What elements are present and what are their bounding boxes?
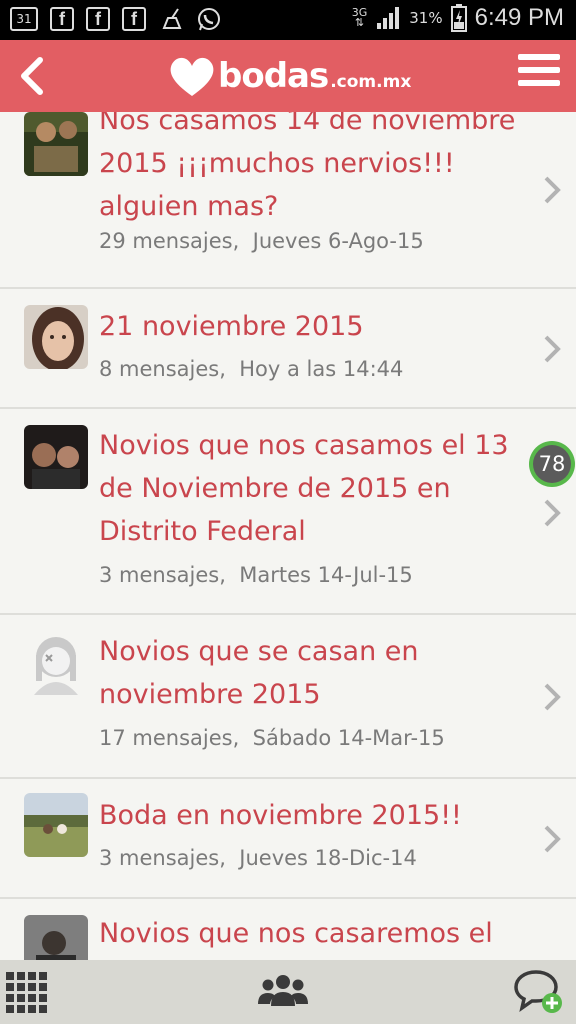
chevron-right-icon <box>544 683 561 711</box>
menu-button[interactable] <box>518 54 560 98</box>
battery-percent: 31% <box>409 9 443 27</box>
chevron-right-icon <box>544 176 561 204</box>
battery-icon <box>450 4 467 32</box>
new-chat-icon[interactable] <box>512 968 564 1016</box>
thread-meta: 8 mensajes, Hoy a las 14:44 <box>99 357 403 381</box>
avatar <box>24 112 88 176</box>
chevron-right-icon <box>544 499 561 527</box>
thread-item[interactable]: Novios que se casan en noviembre 2015 17… <box>0 615 576 779</box>
grid-menu-icon[interactable] <box>6 972 47 1013</box>
whatsapp-icon <box>198 8 220 31</box>
heart-icon <box>170 57 214 96</box>
status-bar: 31 f f f 3G ⇅ 31% 6:49 PM <box>0 0 576 40</box>
default-user-icon <box>24 631 88 695</box>
thread-meta: 3 mensajes, Martes 14-Jul-15 <box>99 563 413 587</box>
thread-date: Jueves 6-Ago-15 <box>252 229 424 253</box>
thread-title[interactable]: Novios que se casan en noviembre 2015 <box>99 630 489 716</box>
chevron-left-icon <box>21 57 43 95</box>
avatar <box>24 793 88 857</box>
logo-domain: .com.mx <box>330 72 412 92</box>
thread-meta: 3 mensajes, Jueves 18-Dic-14 <box>99 846 417 870</box>
avatar <box>24 425 88 489</box>
system-status: 3G ⇅ 31% 6:49 PM <box>352 4 564 32</box>
thread-item[interactable]: 21 noviembre 2015 8 mensajes, Hoy a las … <box>0 289 576 409</box>
signal-icon <box>377 7 400 29</box>
message-count: 17 mensajes, <box>99 726 240 750</box>
thread-item[interactable]: Nos casamos 14 de noviembre 2015 ¡¡¡much… <box>0 112 576 289</box>
floating-notification-badge[interactable]: 78 <box>529 441 575 487</box>
logo-text: bodas <box>218 56 329 96</box>
thread-title[interactable]: 21 noviembre 2015 <box>99 305 539 348</box>
chevron-right-icon <box>544 335 561 363</box>
message-count: 8 mensajes, <box>99 357 226 381</box>
thread-title[interactable]: Boda en noviembre 2015!! <box>99 794 539 837</box>
clock: 6:49 PM <box>474 4 564 31</box>
thread-date: Hoy a las 14:44 <box>239 357 404 381</box>
calendar-icon: 31 <box>10 7 38 31</box>
thread-meta: 29 mensajes, Jueves 6-Ago-15 <box>99 229 424 253</box>
avatar <box>24 915 88 960</box>
message-count: 3 mensajes, <box>99 846 226 870</box>
back-button[interactable] <box>12 52 52 100</box>
thread-item[interactable]: Boda en noviembre 2015!! 3 mensajes, Jue… <box>0 779 576 899</box>
bottom-bar <box>0 960 576 1024</box>
bodas-logo: bodas .com.mx <box>168 48 411 104</box>
facebook-icon: f <box>50 7 74 31</box>
app-header: bodas .com.mx <box>0 40 576 112</box>
thread-date: Martes 14-Jul-15 <box>239 563 413 587</box>
community-icon[interactable] <box>257 972 309 1008</box>
avatar <box>24 305 88 369</box>
message-count: 29 mensajes, <box>99 229 240 253</box>
message-count: 3 mensajes, <box>99 563 226 587</box>
facebook-icon: f <box>122 7 146 31</box>
thread-title[interactable]: Novios que nos casaremos el <box>99 912 539 955</box>
thread-item[interactable]: Novios que nos casaremos el <box>0 899 576 960</box>
thread-date: Sábado 14-Mar-15 <box>252 726 445 750</box>
cleaner-icon <box>162 8 182 29</box>
badge-count: 78 <box>533 445 571 483</box>
notification-icons: 31 f f f <box>10 6 222 32</box>
thread-date: Jueves 18-Dic-14 <box>239 846 417 870</box>
facebook-icon: f <box>86 7 110 31</box>
chevron-right-icon <box>544 825 561 853</box>
hamburger-icon <box>518 54 560 60</box>
thread-item[interactable]: Novios que nos casamos el 13 de Noviembr… <box>0 409 576 615</box>
thread-meta: 17 mensajes, Sábado 14-Mar-15 <box>99 726 445 750</box>
thread-title[interactable]: Nos casamos 14 de noviembre 2015 ¡¡¡much… <box>99 112 539 228</box>
thread-title[interactable]: Novios que nos casamos el 13 de Noviembr… <box>99 424 539 553</box>
thread-list[interactable]: Nos casamos 14 de noviembre 2015 ¡¡¡much… <box>0 112 576 960</box>
network-type: 3G ⇅ <box>351 6 368 29</box>
